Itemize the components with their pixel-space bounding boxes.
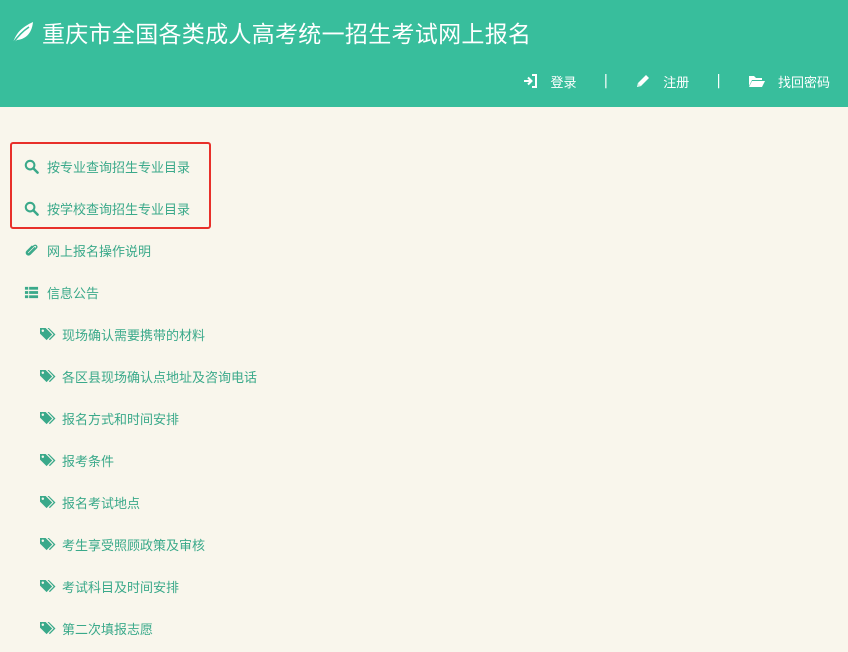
register-label: 注册 — [663, 75, 690, 91]
tags-icon — [40, 453, 56, 466]
announcement-label: 第二次填报志愿 — [62, 622, 154, 638]
tags-icon — [40, 411, 56, 424]
tags-icon — [40, 621, 56, 634]
list-icon — [24, 286, 39, 298]
register-link[interactable]: 注册 — [635, 72, 689, 91]
announcement-item[interactable]: 各区县现场确认点地址及咨询电话 — [39, 366, 257, 386]
announcement-item[interactable]: 现场确认需要携带的材料 — [39, 324, 205, 344]
nav-item-instructions[interactable]: 网上报名操作说明 — [24, 240, 151, 260]
site-title-row: 重庆市全国各类成人高考统一招生考试网上报名 — [10, 14, 531, 50]
nav-item-announcements[interactable]: 信息公告 — [24, 282, 99, 302]
tags-icon — [40, 327, 56, 340]
page-title: 重庆市全国各类成人高考统一招生考试网上报名 — [42, 22, 532, 48]
announcement-label: 考生享受照顾政策及审核 — [62, 538, 206, 554]
auth-links: 登录 | 注册 | 找回密码 — [523, 70, 830, 92]
recover-password-label: 找回密码 — [777, 75, 830, 91]
tags-icon — [40, 495, 56, 508]
nav-item-search-by-major[interactable]: 按专业查询招生专业目录 — [24, 156, 190, 176]
announcement-item[interactable]: 第二次填报志愿 — [39, 618, 153, 638]
announcement-label: 报名考试地点 — [62, 496, 141, 512]
nav-item-label: 按学校查询招生专业目录 — [47, 202, 191, 218]
separator: | — [603, 73, 609, 89]
login-link[interactable]: 登录 — [523, 72, 577, 91]
separator: | — [716, 73, 721, 89]
tags-icon — [40, 579, 56, 592]
tags-icon — [40, 537, 56, 550]
announcement-item[interactable]: 报考条件 — [39, 450, 114, 470]
announcement-label: 报考条件 — [62, 454, 115, 470]
announcement-item[interactable]: 报名方式和时间安排 — [39, 408, 179, 428]
site-header: 重庆市全国各类成人高考统一招生考试网上报名 登录 | 注册 | 找回密码 — [0, 0, 848, 107]
announcement-label: 各区县现场确认点地址及咨询电话 — [62, 370, 258, 386]
pencil-icon — [637, 75, 650, 87]
login-label: 登录 — [550, 75, 577, 91]
nav-item-label: 信息公告 — [47, 286, 100, 302]
nav-item-label: 按专业查询招生专业目录 — [47, 160, 191, 176]
search-icon — [24, 201, 39, 216]
nav-item-search-by-school[interactable]: 按学校查询招生专业目录 — [24, 198, 190, 218]
folder-open-icon — [748, 76, 765, 87]
announcement-label: 现场确认需要携带的材料 — [62, 328, 206, 344]
sign-in-icon — [523, 74, 537, 88]
announcement-item[interactable]: 报名考试地点 — [39, 492, 140, 512]
nav-item-label: 网上报名操作说明 — [47, 244, 152, 260]
recover-password-link[interactable]: 找回密码 — [748, 72, 830, 91]
announcement-item[interactable]: 考生享受照顾政策及审核 — [39, 534, 205, 554]
announcement-label: 考试科目及时间安排 — [62, 580, 180, 596]
announcement-item[interactable]: 考试科目及时间安排 — [39, 576, 179, 596]
announcement-label: 报名方式和时间安排 — [62, 412, 180, 428]
tags-icon — [40, 369, 56, 382]
leaf-icon — [10, 19, 36, 45]
paperclip-icon — [25, 244, 38, 256]
search-icon — [24, 159, 39, 174]
